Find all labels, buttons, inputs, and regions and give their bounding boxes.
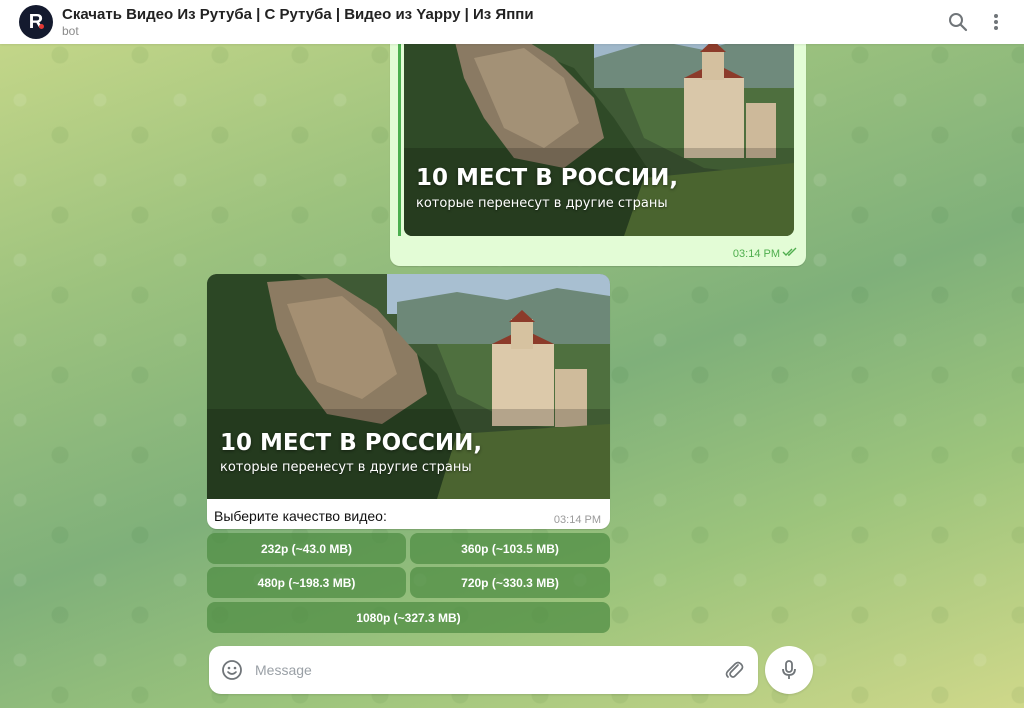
search-icon[interactable] (940, 4, 976, 40)
attach-icon[interactable] (710, 659, 758, 681)
message-input[interactable] (255, 662, 710, 678)
message-composer (209, 646, 758, 694)
video-thumbnail[interactable]: 10 МЕСТ В РОССИИ, которые перенесут в др… (404, 28, 794, 236)
video-thumbnail[interactable]: 10 МЕСТ В РОССИИ, которые перенесут в др… (207, 274, 610, 499)
emoji-icon[interactable] (209, 659, 255, 681)
avatar-dot (39, 24, 44, 29)
reply-accent-bar (398, 28, 401, 236)
thumbnail-title: 10 МЕСТ В РОССИИ, (416, 165, 679, 191)
thumbnail-subtitle: которые перенесут в другие страны (220, 460, 472, 475)
chat-title-block[interactable]: Скачать Видео Из Рутуба | С Рутуба | Вид… (62, 6, 940, 39)
outgoing-message[interactable]: 10 МЕСТ В РОССИИ, которые перенесут в др… (390, 28, 806, 266)
quality-button-1080p[interactable]: 1080p (~327.3 MB) (207, 602, 610, 633)
message-text: Выберите качество видео: (214, 508, 387, 524)
quality-button-360p[interactable]: 360p (~103.5 MB) (410, 533, 610, 564)
message-time: 03:14 PM (553, 514, 601, 526)
quality-button-480p[interactable]: 480p (~198.3 MB) (207, 567, 406, 598)
double-check-icon (782, 247, 798, 260)
thumbnail-title: 10 МЕСТ В РОССИИ, (220, 430, 483, 456)
chat-title: Скачать Видео Из Рутуба | С Рутуба | Вид… (62, 5, 534, 23)
incoming-message[interactable]: 10 МЕСТ В РОССИИ, которые перенесут в др… (207, 274, 610, 529)
quality-button-720p[interactable]: 720p (~330.3 MB) (410, 567, 610, 598)
quality-button-232p[interactable]: 232p (~43.0 MB) (207, 533, 406, 564)
more-vertical-icon[interactable] (978, 4, 1014, 40)
thumbnail-subtitle: которые перенесут в другие страны (416, 196, 668, 211)
avatar[interactable]: R (19, 5, 53, 39)
message-meta: 03:14 PM (733, 247, 798, 260)
avatar-letter: R (28, 10, 44, 33)
microphone-icon[interactable] (765, 646, 813, 694)
message-time: 03:14 PM (732, 247, 780, 260)
chat-header: R Скачать Видео Из Рутуба | С Рутуба | В… (0, 0, 1024, 44)
chat-subtitle: bot (62, 23, 79, 38)
